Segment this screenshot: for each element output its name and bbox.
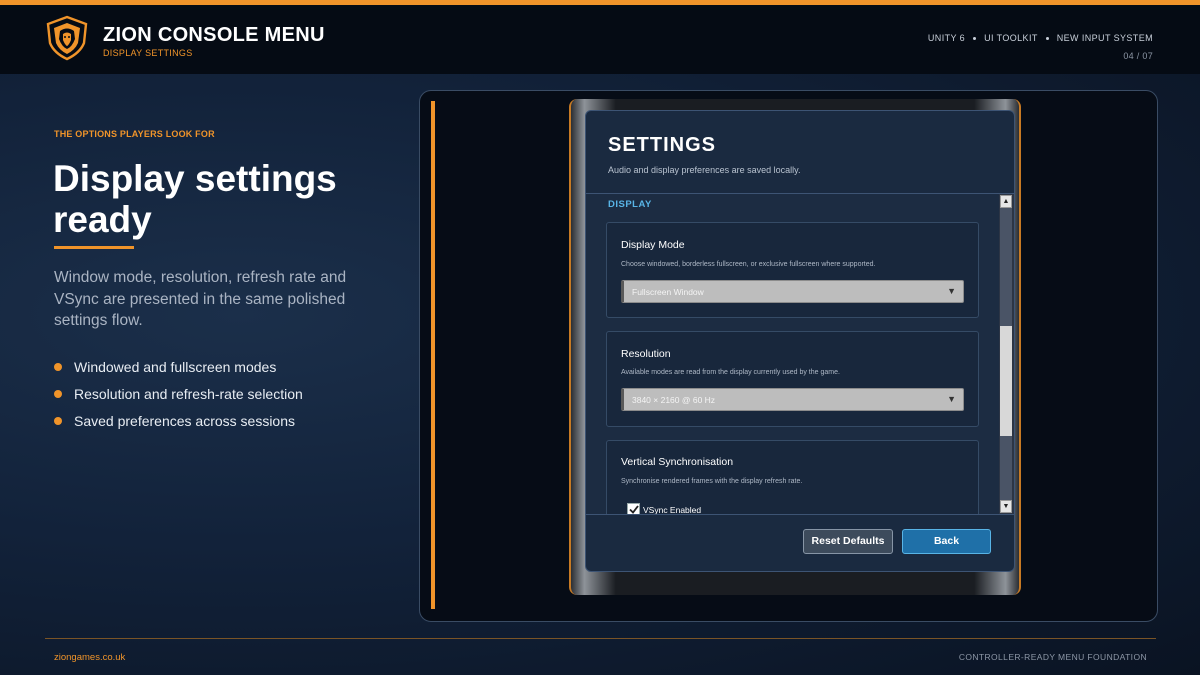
footer-website-link[interactable]: ziongames.co.uk: [54, 652, 125, 663]
bullet-dot-icon: [54, 389, 62, 398]
list-item-label: Saved preferences across sessions: [74, 412, 295, 429]
settings-title: SETTINGS: [608, 134, 717, 156]
feature-list: Windowed and fullscreen modes Resolution…: [54, 353, 303, 434]
settings-scroll-view[interactable]: DISPLAY Display Mode Choose windowed, bo…: [586, 193, 1014, 515]
display-mode-dropdown[interactable]: Fullscreen Window ▼: [621, 280, 964, 303]
resolution-dropdown[interactable]: 3840 × 2160 @ 60 Hz ▼: [621, 388, 964, 411]
card-title: Vertical Synchronisation: [621, 456, 734, 468]
bullet-dot-icon: [54, 416, 62, 425]
dropdown-value: 3840 × 2160 @ 60 Hz: [632, 395, 716, 405]
vsync-checkbox[interactable]: [627, 503, 640, 514]
separator-dot: [1045, 36, 1049, 40]
vertical-scrollbar[interactable]: ▲ ▼: [999, 194, 1014, 514]
intro-description: Window mode, resolution, refresh rate an…: [54, 269, 347, 329]
eyebrow-label: THE OPTIONS PLAYERS LOOK FOR: [54, 129, 215, 139]
brand-subtitle: DISPLAY SETTINGS: [103, 48, 193, 58]
bullet-dot-icon: [54, 362, 62, 371]
scroll-up-button[interactable]: ▲: [1000, 195, 1012, 208]
card-title: Resolution: [621, 348, 671, 360]
frame-accent-bar: [431, 101, 435, 609]
list-item: Saved preferences across sessions: [54, 407, 303, 434]
card-description: Available modes are read from the displa…: [621, 369, 840, 376]
scrollbar-thumb[interactable]: [1000, 326, 1012, 436]
section-label-display: DISPLAY: [608, 199, 652, 210]
footer-divider: [45, 638, 1156, 639]
tech-item: UI TOOLKIT: [984, 33, 1038, 43]
list-item: Resolution and refresh-rate selection: [54, 380, 303, 407]
vsync-checkbox-label[interactable]: VSync Enabled: [643, 505, 701, 514]
footer-tagline: CONTROLLER-READY MENU FOUNDATION: [958, 652, 1147, 662]
reset-defaults-button[interactable]: Reset Defaults: [803, 529, 893, 554]
display-mode-card: Display Mode Choose windowed, borderless…: [606, 222, 979, 318]
checkmark-icon: [629, 505, 639, 514]
dropdown-value: Fullscreen Window: [632, 287, 704, 297]
settings-panel: SETTINGS Audio and display preferences a…: [585, 110, 1015, 572]
tech-stack-list: UNITY 6 UI TOOLKIT NEW INPUT SYSTEM: [928, 33, 1153, 43]
back-button[interactable]: Back: [902, 529, 991, 554]
brand-title: ZION CONSOLE MENU: [103, 24, 325, 46]
tech-item: NEW INPUT SYSTEM: [1056, 33, 1153, 43]
card-title: Display Mode: [621, 239, 685, 251]
chevron-down-icon: ▼: [947, 394, 956, 404]
tech-item: UNITY 6: [927, 33, 966, 43]
page-indicator: 04 / 07: [1123, 51, 1153, 61]
scroll-down-button[interactable]: ▼: [1000, 500, 1012, 513]
card-description: Choose windowed, borderless fullscreen, …: [621, 261, 876, 268]
vsync-card: Vertical Synchronisation Synchronise ren…: [606, 440, 979, 514]
chevron-down-icon: ▼: [947, 286, 956, 296]
separator-dot: [973, 36, 977, 40]
list-item: Windowed and fullscreen modes: [54, 353, 303, 380]
page-headline: Display settings ready: [53, 158, 337, 240]
lion-logo-icon: [46, 15, 88, 61]
list-item-label: Resolution and refresh-rate selection: [74, 385, 303, 402]
settings-subtitle: Audio and display preferences are saved …: [608, 165, 801, 175]
list-item-label: Windowed and fullscreen modes: [74, 358, 277, 375]
header-bar: ZION CONSOLE MENU DISPLAY SETTINGS UNITY…: [0, 5, 1200, 74]
resolution-card: Resolution Available modes are read from…: [606, 331, 979, 427]
headline-underline: [54, 246, 134, 249]
card-description: Synchronise rendered frames with the dis…: [621, 478, 803, 485]
